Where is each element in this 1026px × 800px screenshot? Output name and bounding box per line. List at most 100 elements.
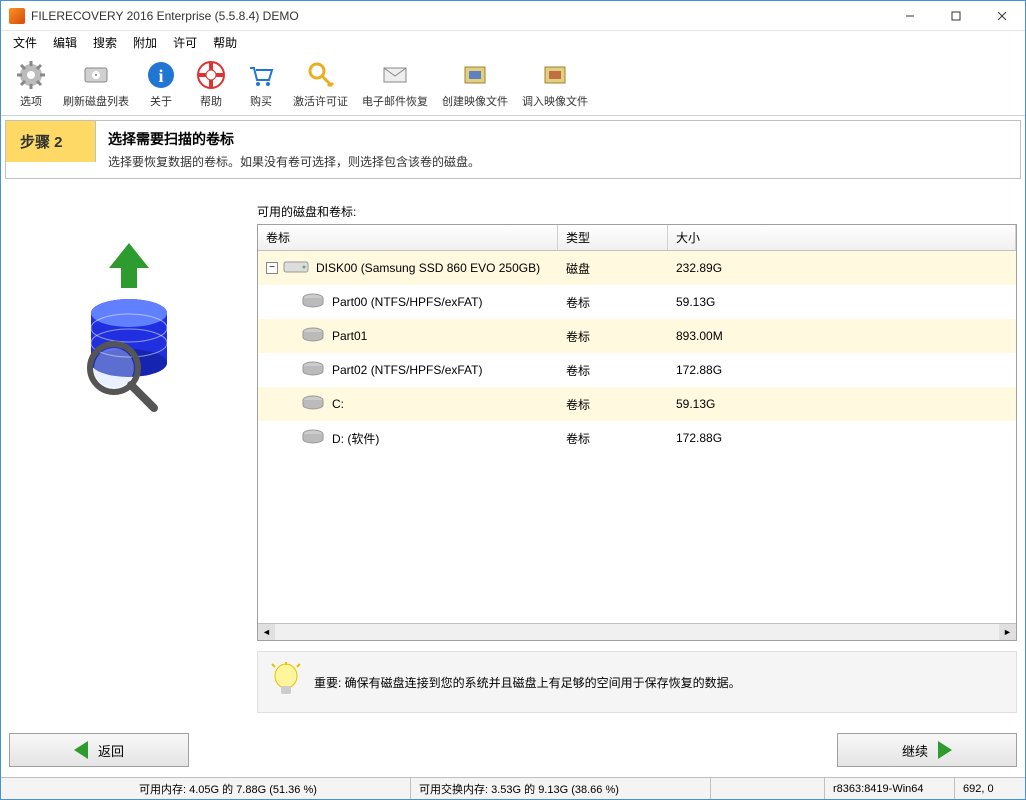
toolbar-create-image-label: 创建映像文件: [442, 93, 508, 109]
arrow-left-icon: [74, 741, 88, 759]
row-label: C:: [332, 397, 344, 411]
table-row[interactable]: Part00 (NTFS/HPFS/exFAT)卷标59.13G: [258, 285, 1016, 319]
back-button-label: 返回: [98, 741, 124, 760]
step-desc: 选择要恢复数据的卷标。如果没有卷可选择，则选择包含该卷的磁盘。: [108, 153, 480, 170]
status-build: r8363:8419-Win64: [825, 778, 955, 799]
status-flex: [711, 778, 825, 799]
menu-search[interactable]: 搜索: [85, 32, 125, 53]
horizontal-scrollbar[interactable]: ◄ ►: [258, 623, 1016, 640]
toolbar-options[interactable]: 选项: [7, 57, 55, 113]
cart-icon: [245, 59, 277, 91]
cell-size: 232.89G: [668, 261, 1016, 275]
svg-text:i: i: [158, 66, 163, 86]
disk-icon: [282, 258, 310, 279]
menu-license[interactable]: 许可: [165, 32, 205, 53]
cell-size: 59.13G: [668, 397, 1016, 411]
menu-bar: 文件 编辑 搜索 附加 许可 帮助: [1, 31, 1025, 53]
key-icon: [305, 59, 337, 91]
toolbar-email-recovery[interactable]: 电子邮件恢复: [356, 57, 434, 113]
toolbar-load-image[interactable]: 调入映像文件: [516, 57, 594, 113]
col-size[interactable]: 大小: [668, 225, 1016, 250]
menu-help[interactable]: 帮助: [205, 32, 245, 53]
toolbar-refresh-disks[interactable]: 刷新磁盘列表: [57, 57, 135, 113]
cell-size: 172.88G: [668, 363, 1016, 377]
step-header: 步骤 2 选择需要扫描的卷标 选择要恢复数据的卷标。如果没有卷可选择，则选择包含…: [5, 120, 1021, 179]
table-row[interactable]: Part01卷标893.00M: [258, 319, 1016, 353]
table-row[interactable]: − DISK00 (Samsung SSD 860 EVO 250GB) 磁盘232…: [258, 251, 1016, 285]
scroll-right-icon[interactable]: ►: [999, 624, 1016, 641]
partition-icon: [300, 325, 326, 348]
arrow-right-icon: [938, 741, 952, 759]
image-create-icon: [459, 59, 491, 91]
cell-type: 卷标: [558, 294, 668, 311]
cell-label: − DISK00 (Samsung SSD 860 EVO 250GB): [258, 258, 558, 279]
toolbar-load-image-label: 调入映像文件: [522, 93, 588, 109]
volumes-table: 卷标 类型 大小 − DISK00 (Samsung SSD 860 EVO 25…: [257, 224, 1017, 641]
step-badge: 步骤 2: [6, 121, 96, 162]
toolbar-buy[interactable]: 购买: [237, 57, 285, 113]
cell-type: 磁盘: [558, 260, 668, 277]
drive-icon: [80, 59, 112, 91]
toolbar-activate-label: 激活许可证: [293, 93, 348, 109]
step-title: 选择需要扫描的卷标: [108, 129, 480, 149]
toolbar-activate[interactable]: 激活许可证: [287, 57, 354, 113]
tip-text: 重要: 确保有磁盘连接到您的系统并且磁盘上有足够的空间用于保存恢复的数据。: [314, 674, 741, 691]
col-label[interactable]: 卷标: [258, 225, 558, 250]
content-area: 可用的磁盘和卷标: 卷标 类型 大小 − DISK00 (Samsung SSD …: [1, 183, 1025, 727]
close-button[interactable]: [979, 1, 1025, 31]
minimize-button[interactable]: [887, 1, 933, 31]
row-label: Part02 (NTFS/HPFS/exFAT): [332, 363, 482, 377]
toolbar-create-image[interactable]: 创建映像文件: [436, 57, 514, 113]
app-window: FILERECOVERY 2016 Enterprise (5.5.8.4) D…: [0, 0, 1026, 800]
cell-label: D: (软件): [258, 427, 558, 450]
table-header: 卷标 类型 大小: [258, 225, 1016, 251]
tree-toggle-icon[interactable]: −: [266, 262, 278, 274]
cell-label: Part02 (NTFS/HPFS/exFAT): [258, 359, 558, 382]
step-text: 选择需要扫描的卷标 选择要恢复数据的卷标。如果没有卷可选择，则选择包含该卷的磁盘…: [96, 121, 492, 178]
cell-label: C:: [258, 393, 558, 416]
row-label: Part00 (NTFS/HPFS/exFAT): [332, 295, 482, 309]
toolbar-about[interactable]: i 关于: [137, 57, 185, 113]
menu-file[interactable]: 文件: [5, 32, 45, 53]
status-memory: 可用内存: 4.05G 的 7.88G (51.36 %): [131, 778, 411, 799]
table-row[interactable]: D: (软件)卷标172.88G: [258, 421, 1016, 455]
lightbulb-icon: [270, 662, 302, 702]
partition-icon: [300, 359, 326, 382]
window-controls: [887, 1, 1025, 31]
col-type[interactable]: 类型: [558, 225, 668, 250]
panel-caption: 可用的磁盘和卷标:: [257, 203, 1017, 220]
cell-label: Part01: [258, 325, 558, 348]
illustration-panel: [9, 203, 249, 719]
toolbar-help[interactable]: 帮助: [187, 57, 235, 113]
next-button-label: 继续: [902, 741, 928, 760]
row-label: Part01: [332, 329, 367, 343]
toolbar-buy-label: 购买: [250, 93, 272, 109]
toolbar-options-label: 选项: [20, 93, 42, 109]
table-row[interactable]: C: 卷标59.13G: [258, 387, 1016, 421]
disk-scan-illustration: [59, 233, 199, 413]
cell-type: 卷标: [558, 362, 668, 379]
toolbar-email-label: 电子邮件恢复: [362, 93, 428, 109]
table-row[interactable]: Part02 (NTFS/HPFS/exFAT) 卷标172.88G: [258, 353, 1016, 387]
cell-size: 172.88G: [668, 431, 1016, 445]
gear-icon: [15, 59, 47, 91]
status-bar: 可用内存: 4.05G 的 7.88G (51.36 %) 可用交换内存: 3.…: [1, 777, 1025, 799]
mail-icon: [379, 59, 411, 91]
menu-edit[interactable]: 编辑: [45, 32, 85, 53]
toolbar-help-label: 帮助: [200, 93, 222, 109]
scroll-left-icon[interactable]: ◄: [258, 624, 275, 641]
maximize-button[interactable]: [933, 1, 979, 31]
row-label: DISK00 (Samsung SSD 860 EVO 250GB): [316, 261, 540, 275]
menu-addon[interactable]: 附加: [125, 32, 165, 53]
back-button[interactable]: 返回: [9, 733, 189, 767]
row-label: D: (软件): [332, 430, 379, 447]
cell-label: Part00 (NTFS/HPFS/exFAT): [258, 291, 558, 314]
info-icon: i: [145, 59, 177, 91]
next-button[interactable]: 继续: [837, 733, 1017, 767]
cell-type: 卷标: [558, 396, 668, 413]
toolbar-refresh-label: 刷新磁盘列表: [63, 93, 129, 109]
app-icon: [9, 8, 25, 24]
tip-bar: 重要: 确保有磁盘连接到您的系统并且磁盘上有足够的空间用于保存恢复的数据。: [257, 651, 1017, 713]
toolbar-about-label: 关于: [150, 93, 172, 109]
status-swap: 可用交换内存: 3.53G 的 9.13G (38.66 %): [411, 778, 711, 799]
